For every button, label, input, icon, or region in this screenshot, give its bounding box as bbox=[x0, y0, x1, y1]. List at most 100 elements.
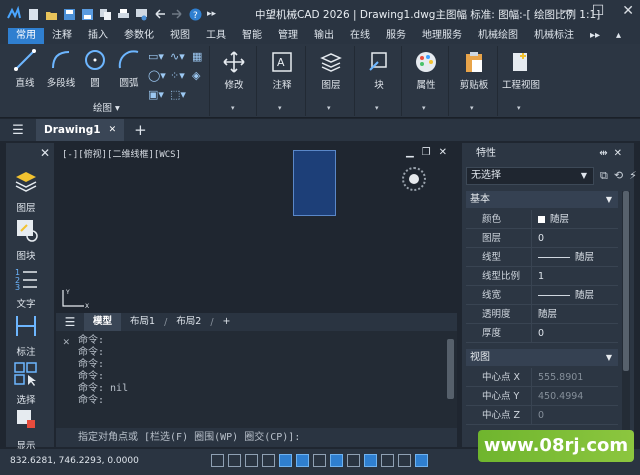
grid-toggle-icon[interactable] bbox=[211, 454, 224, 467]
tab-mech-dim[interactable]: 机械标注 bbox=[526, 28, 582, 44]
dynamic-input-icon[interactable] bbox=[330, 454, 343, 467]
circle-button[interactable]: 圆 bbox=[80, 48, 110, 89]
property-row[interactable]: 图层 0 bbox=[466, 229, 618, 248]
redo-icon[interactable] bbox=[171, 8, 184, 21]
model-space-icon[interactable] bbox=[415, 454, 428, 467]
selection-dropdown[interactable]: 无选择 ▼ bbox=[466, 167, 594, 185]
minimize-button[interactable]: — bbox=[560, 3, 574, 19]
property-row[interactable]: 线型 随层 bbox=[466, 248, 618, 267]
properties-button[interactable]: 属性 bbox=[411, 50, 441, 91]
layout-menu-icon[interactable]: ☰ bbox=[56, 315, 84, 329]
arc-button[interactable]: 圆弧 bbox=[112, 48, 146, 89]
plot-preview-icon[interactable] bbox=[135, 8, 148, 21]
add-layout-button[interactable]: + bbox=[214, 313, 240, 331]
quick-select-icon[interactable]: ⚡ bbox=[629, 169, 640, 182]
viewport-minimize-icon[interactable]: ▁ bbox=[406, 147, 414, 158]
close-tab-icon[interactable]: ✕ bbox=[109, 125, 117, 135]
tab-view[interactable]: 视图 bbox=[162, 28, 198, 44]
viewport-restore-icon[interactable]: ❐ bbox=[422, 147, 431, 158]
viewport-label[interactable]: [-][俯视][二维线框][WCS] bbox=[62, 147, 181, 160]
tab-insert[interactable]: 插入 bbox=[80, 28, 116, 44]
new-tab-button[interactable]: + bbox=[134, 121, 147, 139]
viewport-close-icon[interactable]: ✕ bbox=[439, 147, 447, 158]
app-logo-icon[interactable] bbox=[6, 5, 22, 22]
property-row[interactable]: 颜色 随层 bbox=[466, 210, 618, 229]
text-tool[interactable]: 123 文字 bbox=[6, 265, 46, 310]
property-row[interactable]: 透明度 随层 bbox=[466, 305, 618, 324]
tab-tools[interactable]: 工具 bbox=[198, 28, 234, 44]
panel-pin-icon[interactable]: ⇹ bbox=[599, 148, 613, 159]
section-view[interactable]: 视图 ▼ bbox=[466, 349, 618, 366]
command-scrollbar[interactable] bbox=[447, 339, 454, 399]
ellipse-icon[interactable]: ◯▾ bbox=[148, 69, 170, 82]
point-icon[interactable]: ⁘▾ bbox=[170, 69, 192, 82]
tab-parametric[interactable]: 参数化 bbox=[116, 28, 162, 44]
property-row[interactable]: 线宽 随层 bbox=[466, 286, 618, 305]
panel-close-icon[interactable]: ✕ bbox=[40, 146, 50, 160]
drawing-sheet[interactable] bbox=[293, 150, 336, 216]
tab-online[interactable]: 在线 bbox=[342, 28, 378, 44]
tab-mech-draw[interactable]: 机械绘图 bbox=[470, 28, 526, 44]
tab-service[interactable]: 服务 bbox=[378, 28, 414, 44]
print-icon[interactable] bbox=[117, 8, 130, 21]
tab-output[interactable]: 输出 bbox=[306, 28, 342, 44]
clipboard-button[interactable]: 剪贴板 bbox=[457, 50, 491, 91]
rectangle-icon[interactable]: ▭▾ bbox=[148, 50, 170, 63]
more-tabs-icon[interactable]: ▸▸ bbox=[582, 28, 608, 44]
tab-home[interactable]: 常用 bbox=[8, 28, 44, 44]
open-folder-icon[interactable] bbox=[45, 8, 58, 21]
panel-close-icon[interactable]: ✕ bbox=[614, 148, 628, 159]
maximize-button[interactable]: ☐ bbox=[592, 3, 605, 19]
command-close-icon[interactable]: ✕ bbox=[63, 335, 70, 348]
modify-button[interactable]: 修改 bbox=[219, 50, 249, 91]
annotation-monitor-icon[interactable] bbox=[398, 454, 411, 467]
tab-manage[interactable]: 管理 bbox=[270, 28, 306, 44]
line-button[interactable]: 直线 bbox=[8, 48, 42, 89]
tab-geo-service[interactable]: 地理服务 bbox=[414, 28, 470, 44]
tab-drawing1[interactable]: Drawing1 ✕ bbox=[36, 119, 125, 141]
collapse-ribbon-icon[interactable]: ▴ bbox=[608, 28, 629, 44]
property-row[interactable]: 中心点 Y 450.4994 bbox=[466, 387, 618, 406]
tab-model[interactable]: 模型 bbox=[84, 313, 122, 331]
scroll-thumb[interactable] bbox=[623, 191, 629, 371]
otrack-toggle-icon[interactable] bbox=[296, 454, 309, 467]
select-tool[interactable]: 选择 bbox=[6, 361, 46, 406]
selection-cycle-icon[interactable] bbox=[381, 454, 394, 467]
view-compass-icon[interactable] bbox=[402, 167, 426, 191]
draw-group-label[interactable]: 绘图 ▾ bbox=[93, 100, 120, 114]
tab-layout1[interactable]: 布局1 bbox=[121, 313, 164, 331]
block-tool[interactable]: 图块 bbox=[6, 217, 46, 262]
help-icon[interactable]: ? bbox=[189, 8, 202, 21]
command-input[interactable]: 指定对角点或 [栏选(F) 圈围(WP) 圈交(CP)]: bbox=[56, 428, 457, 447]
layer-tool[interactable]: 图层 bbox=[6, 169, 46, 214]
menu-icon[interactable]: ☰ bbox=[0, 123, 36, 138]
select-objects-icon[interactable]: ⟲ bbox=[614, 169, 629, 182]
drawing-canvas[interactable]: [-][俯视][二维线框][WCS] ▁ ❐ ✕ X Y bbox=[56, 143, 457, 313]
tab-annotate[interactable]: 注释 bbox=[44, 28, 80, 44]
snap-toggle-icon[interactable] bbox=[228, 454, 241, 467]
osnap-toggle-icon[interactable] bbox=[279, 454, 292, 467]
properties-scrollbar[interactable] bbox=[622, 191, 630, 441]
copy-icon[interactable] bbox=[99, 8, 112, 21]
new-file-icon[interactable] bbox=[27, 8, 40, 21]
transparency-toggle-icon[interactable] bbox=[364, 454, 377, 467]
property-row[interactable]: 线型比例 1 bbox=[466, 267, 618, 286]
property-row[interactable]: 厚度 0 bbox=[466, 324, 618, 343]
save-icon[interactable] bbox=[63, 8, 76, 21]
annotate-expand-icon[interactable]: ▾ bbox=[278, 104, 282, 112]
engineering-view-button[interactable]: 工程视图 bbox=[499, 50, 543, 91]
block-button[interactable]: 块 bbox=[364, 50, 394, 91]
toggle-pickadd-icon[interactable]: ⧉ bbox=[600, 169, 614, 182]
close-button[interactable]: ✕ bbox=[622, 3, 634, 19]
more-icon[interactable]: ▸▸ bbox=[207, 8, 220, 21]
tab-smart[interactable]: 智能 bbox=[234, 28, 270, 44]
wipeout-icon[interactable]: ⬚▾ bbox=[170, 88, 192, 101]
block-expand-icon[interactable]: ▾ bbox=[375, 104, 379, 112]
property-row[interactable]: 中心点 Z 0 bbox=[466, 406, 618, 425]
layer-button[interactable]: 图层 bbox=[316, 50, 346, 91]
save-as-icon[interactable] bbox=[81, 8, 94, 21]
dynamic-ucs-icon[interactable] bbox=[313, 454, 326, 467]
boundary-icon[interactable]: ▣▾ bbox=[148, 88, 170, 101]
engineering-view-expand-icon[interactable]: ▾ bbox=[517, 104, 521, 112]
dimension-tool[interactable]: 标注 bbox=[6, 313, 46, 358]
